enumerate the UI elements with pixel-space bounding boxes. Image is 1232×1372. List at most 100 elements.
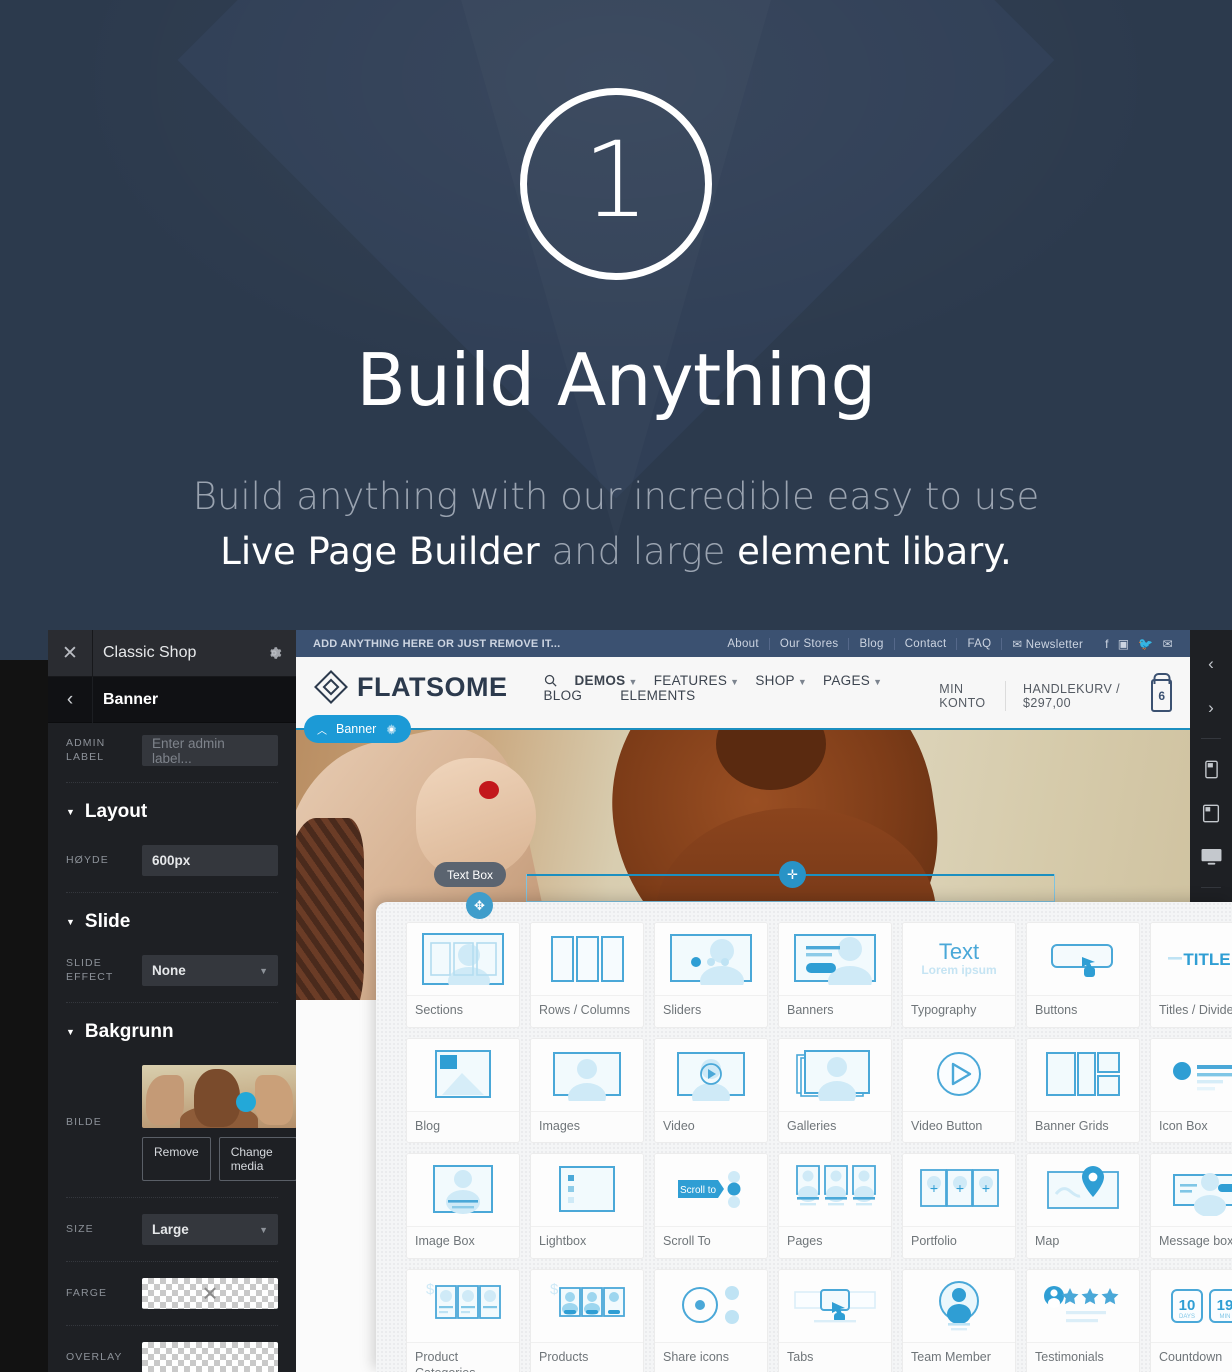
gear-icon[interactable] bbox=[385, 723, 398, 736]
element-card-galleries[interactable]: Galleries bbox=[778, 1037, 892, 1144]
history-back-icon[interactable]: ‹ bbox=[1190, 642, 1232, 686]
element-label: Portfolio bbox=[903, 1226, 1015, 1258]
flatsome-logo-icon bbox=[314, 670, 348, 704]
element-card-icon-box[interactable]: Icon Box bbox=[1150, 1037, 1232, 1144]
builder-sidebar: ✕ Classic Shop ‹ Banner ADMIN LABEL Ente… bbox=[48, 630, 297, 1372]
element-label: Sliders bbox=[655, 995, 767, 1027]
element-card-portfolio[interactable]: + + + Portfolio bbox=[902, 1153, 1016, 1259]
site-logo[interactable]: FLATSOME bbox=[296, 657, 507, 704]
element-card-titles-dividers[interactable]: TITLE Titles / Dividers bbox=[1150, 922, 1232, 1028]
element-card-map[interactable]: Map bbox=[1026, 1153, 1140, 1259]
element-card-images[interactable]: Images bbox=[530, 1037, 644, 1144]
element-card-rows-columns[interactable]: Rows / Columns bbox=[530, 922, 644, 1028]
element-card-image-box[interactable]: Image Box bbox=[406, 1153, 520, 1259]
size-select[interactable]: Large ▼ bbox=[142, 1214, 278, 1245]
shopping-bag-icon[interactable]: 6 bbox=[1151, 679, 1172, 712]
cart-link[interactable]: HANDLEKURV / $297,00 bbox=[1006, 682, 1138, 710]
element-card-banners[interactable]: Banners bbox=[778, 922, 892, 1028]
element-label: Countdown bbox=[1151, 1341, 1232, 1372]
portfolio-icon: + + + bbox=[903, 1154, 1015, 1227]
envelope-icon: ✉ bbox=[1012, 638, 1023, 651]
image-focus-point[interactable] bbox=[236, 1092, 256, 1112]
section-slide[interactable]: ▼ Slide bbox=[48, 897, 296, 943]
topbar-link-our-stores[interactable]: Our Stores bbox=[770, 637, 850, 650]
element-card-lightbox[interactable]: Lightbox bbox=[530, 1153, 644, 1259]
tablet-view-icon[interactable] bbox=[1190, 791, 1232, 835]
move-icon[interactable]: ✥ bbox=[466, 892, 493, 919]
element-label: Rows / Columns bbox=[531, 995, 643, 1027]
svg-text:+: + bbox=[930, 1180, 938, 1196]
step-number: 1 bbox=[582, 119, 650, 241]
menu-item-pages[interactable]: PAGES ▼ bbox=[823, 673, 882, 688]
chevron-down-icon: ▼ bbox=[259, 1224, 268, 1235]
facebook-icon[interactable]: f bbox=[1105, 637, 1109, 651]
element-card-banner-grids[interactable]: Banner Grids bbox=[1026, 1037, 1140, 1144]
element-card-pages[interactable]: Pages bbox=[778, 1153, 892, 1259]
clear-color-icon[interactable]: ✕ bbox=[202, 1281, 219, 1306]
divider bbox=[66, 892, 278, 893]
element-card-testimonials[interactable]: Testimonials bbox=[1026, 1268, 1140, 1372]
slide-effect-field: SLIDE EFFECT None ▼ bbox=[48, 943, 296, 998]
section-layout[interactable]: ▼ Layout bbox=[48, 787, 296, 833]
topbar-link-blog[interactable]: Blog bbox=[849, 637, 895, 650]
element-label: Scroll To bbox=[655, 1226, 767, 1258]
topbar-link-newsletter[interactable]: ✉ Newsletter bbox=[1002, 637, 1093, 651]
instagram-icon[interactable]: ▣ bbox=[1118, 637, 1130, 651]
color-label: FARGE bbox=[66, 1286, 108, 1299]
gear-icon[interactable] bbox=[252, 644, 296, 662]
panel-title: Banner bbox=[103, 690, 159, 708]
chevron-up-icon[interactable]: ︿ bbox=[317, 722, 327, 737]
color-swatch[interactable]: ✕ bbox=[142, 1278, 278, 1309]
close-icon[interactable]: ✕ bbox=[48, 630, 93, 677]
remove-button[interactable]: Remove bbox=[142, 1137, 211, 1181]
height-input[interactable]: 600px bbox=[142, 845, 278, 876]
team-member-icon bbox=[903, 1269, 1015, 1342]
element-card-countdown[interactable]: 10 DAYS 19 MIN Countdown bbox=[1150, 1268, 1232, 1372]
element-card-share-icons[interactable]: Share icons bbox=[654, 1268, 768, 1372]
element-card-message-box[interactable]: Message box bbox=[1150, 1153, 1232, 1259]
element-card-tabs[interactable]: Tabs bbox=[778, 1268, 892, 1372]
menu-item-shop[interactable]: SHOP ▼ bbox=[755, 673, 807, 688]
plus-icon[interactable]: ✛ bbox=[779, 861, 806, 888]
change-media-button[interactable]: Change media bbox=[218, 1137, 297, 1181]
element-card-video-button[interactable]: Video Button bbox=[902, 1037, 1016, 1144]
account-link[interactable]: MIN KONTO bbox=[922, 682, 1005, 710]
element-card-scroll-to[interactable]: Scroll to Scroll To bbox=[654, 1153, 768, 1259]
element-label: Lightbox bbox=[531, 1226, 643, 1258]
banner-element-tag[interactable]: ︿ Banner bbox=[304, 715, 412, 743]
section-background[interactable]: ▼ Bakgrunn bbox=[48, 1007, 296, 1053]
mobile-view-icon[interactable] bbox=[1190, 747, 1232, 791]
topbar-link-faq[interactable]: FAQ bbox=[957, 637, 1003, 650]
background-image-thumbnail[interactable] bbox=[142, 1065, 297, 1128]
menu-item-demos[interactable]: DEMOS ▼ bbox=[574, 673, 637, 688]
topbar-link-contact[interactable]: Contact bbox=[895, 637, 958, 650]
video-button-icon bbox=[903, 1038, 1015, 1111]
element-card-blog[interactable]: Blog bbox=[406, 1037, 520, 1144]
slide-effect-select[interactable]: None ▼ bbox=[142, 955, 278, 986]
desktop-view-icon[interactable] bbox=[1190, 835, 1232, 879]
overlay-swatch[interactable] bbox=[142, 1342, 278, 1372]
twitter-icon[interactable]: 🐦 bbox=[1138, 637, 1153, 651]
element-card-sliders[interactable]: Sliders bbox=[654, 922, 768, 1028]
element-card-video[interactable]: Video bbox=[654, 1037, 768, 1144]
element-label: Video Button bbox=[903, 1110, 1015, 1143]
element-card-product-categories[interactable]: $ Product bbox=[406, 1268, 520, 1372]
menu-item-elements[interactable]: ELEMENTS bbox=[620, 688, 695, 703]
admin-label-label: ADMIN LABEL bbox=[66, 736, 106, 763]
typography-icon: Text Lorem ipsum bbox=[903, 923, 1015, 995]
menu-item-features[interactable]: FEATURES ▼ bbox=[654, 673, 740, 688]
textbox-element-tag[interactable]: Text Box bbox=[434, 862, 507, 887]
search-icon[interactable] bbox=[543, 673, 558, 688]
element-card-typography[interactable]: Text Lorem ipsum Typography bbox=[902, 922, 1016, 1028]
admin-label-input[interactable]: Enter admin label... bbox=[142, 735, 278, 766]
element-card-buttons[interactable]: Buttons bbox=[1026, 922, 1140, 1028]
topbar-link-about[interactable]: About bbox=[717, 637, 770, 650]
element-card-products[interactable]: $ Products bbox=[530, 1268, 644, 1372]
menu-item-blog[interactable]: BLOG bbox=[543, 688, 582, 703]
history-forward-icon[interactable]: › bbox=[1190, 686, 1232, 730]
element-card-sections[interactable]: Sections bbox=[406, 922, 520, 1028]
rows-columns-icon bbox=[531, 923, 643, 995]
element-card-team-member[interactable]: Team Member bbox=[902, 1268, 1016, 1372]
chevron-left-icon[interactable]: ‹ bbox=[48, 676, 93, 723]
email-icon[interactable]: ✉ bbox=[1163, 637, 1173, 651]
